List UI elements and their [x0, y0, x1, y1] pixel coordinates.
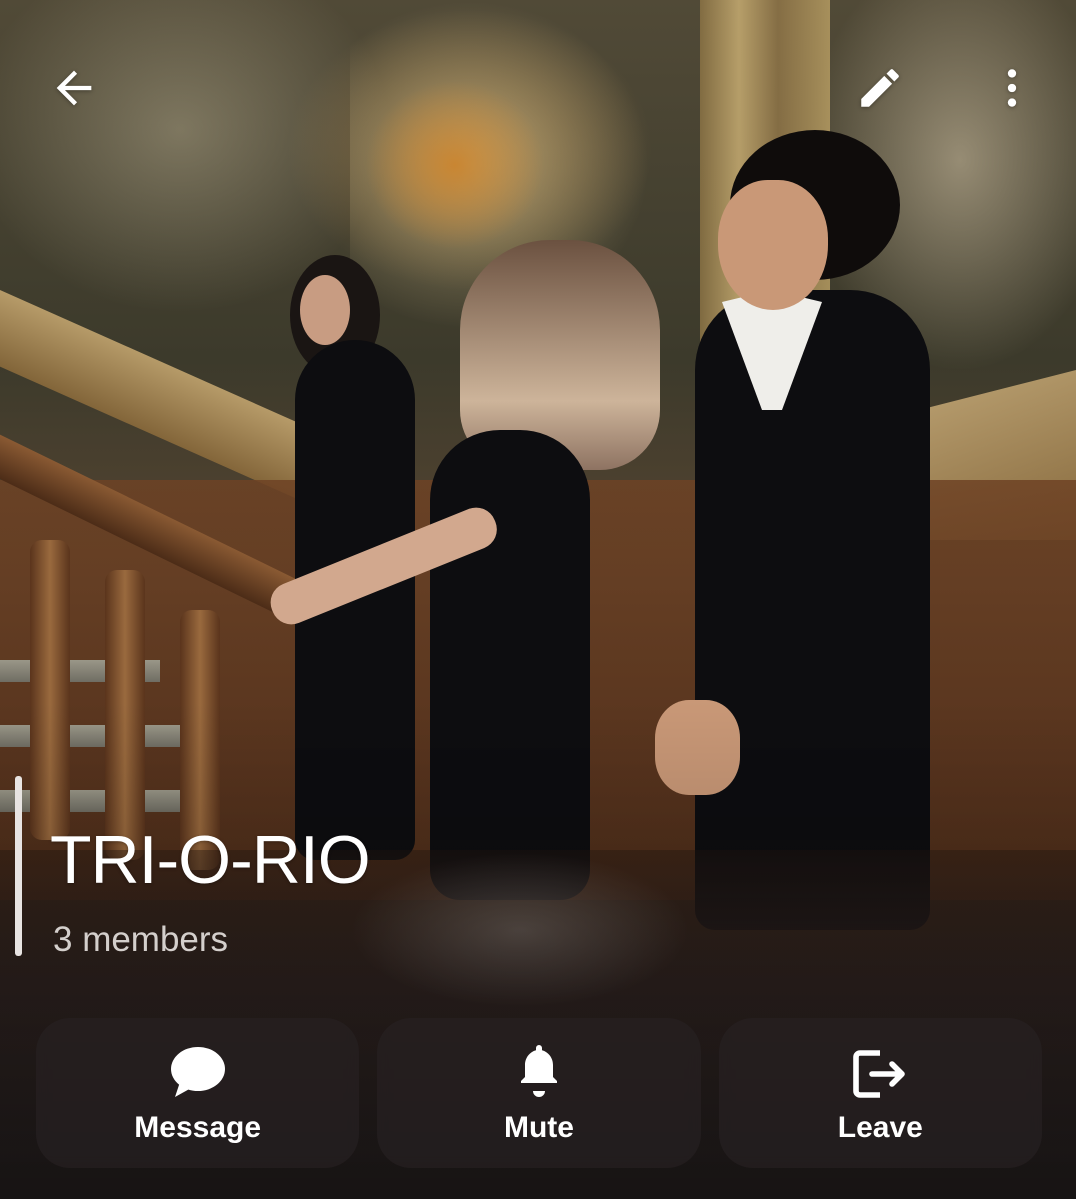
mute-button[interactable]: Mute [377, 1018, 701, 1168]
message-label: Message [134, 1111, 262, 1144]
title-accent-bar [15, 776, 22, 956]
leave-button[interactable]: Leave [718, 1018, 1042, 1168]
more-vertical-icon [1007, 69, 1017, 107]
chat-bubble-icon [169, 1041, 227, 1099]
pencil-icon [861, 69, 899, 107]
edit-button[interactable] [850, 58, 910, 118]
bell-icon [515, 1041, 563, 1099]
leave-icon [852, 1041, 908, 1099]
member-count[interactable]: 3 members [53, 918, 228, 962]
back-button[interactable] [44, 58, 104, 118]
painting-figure [365, 80, 545, 250]
leave-label: Leave [837, 1111, 923, 1144]
group-title: TRI-O-RIO [50, 822, 371, 898]
action-bar: Message Mute Leave [36, 1018, 1042, 1168]
message-button[interactable]: Message [36, 1018, 360, 1168]
mute-label: Mute [503, 1111, 574, 1144]
arrow-left-icon [56, 70, 92, 106]
person-face [300, 275, 350, 345]
person-face [718, 180, 828, 310]
more-options-button[interactable] [982, 58, 1042, 118]
